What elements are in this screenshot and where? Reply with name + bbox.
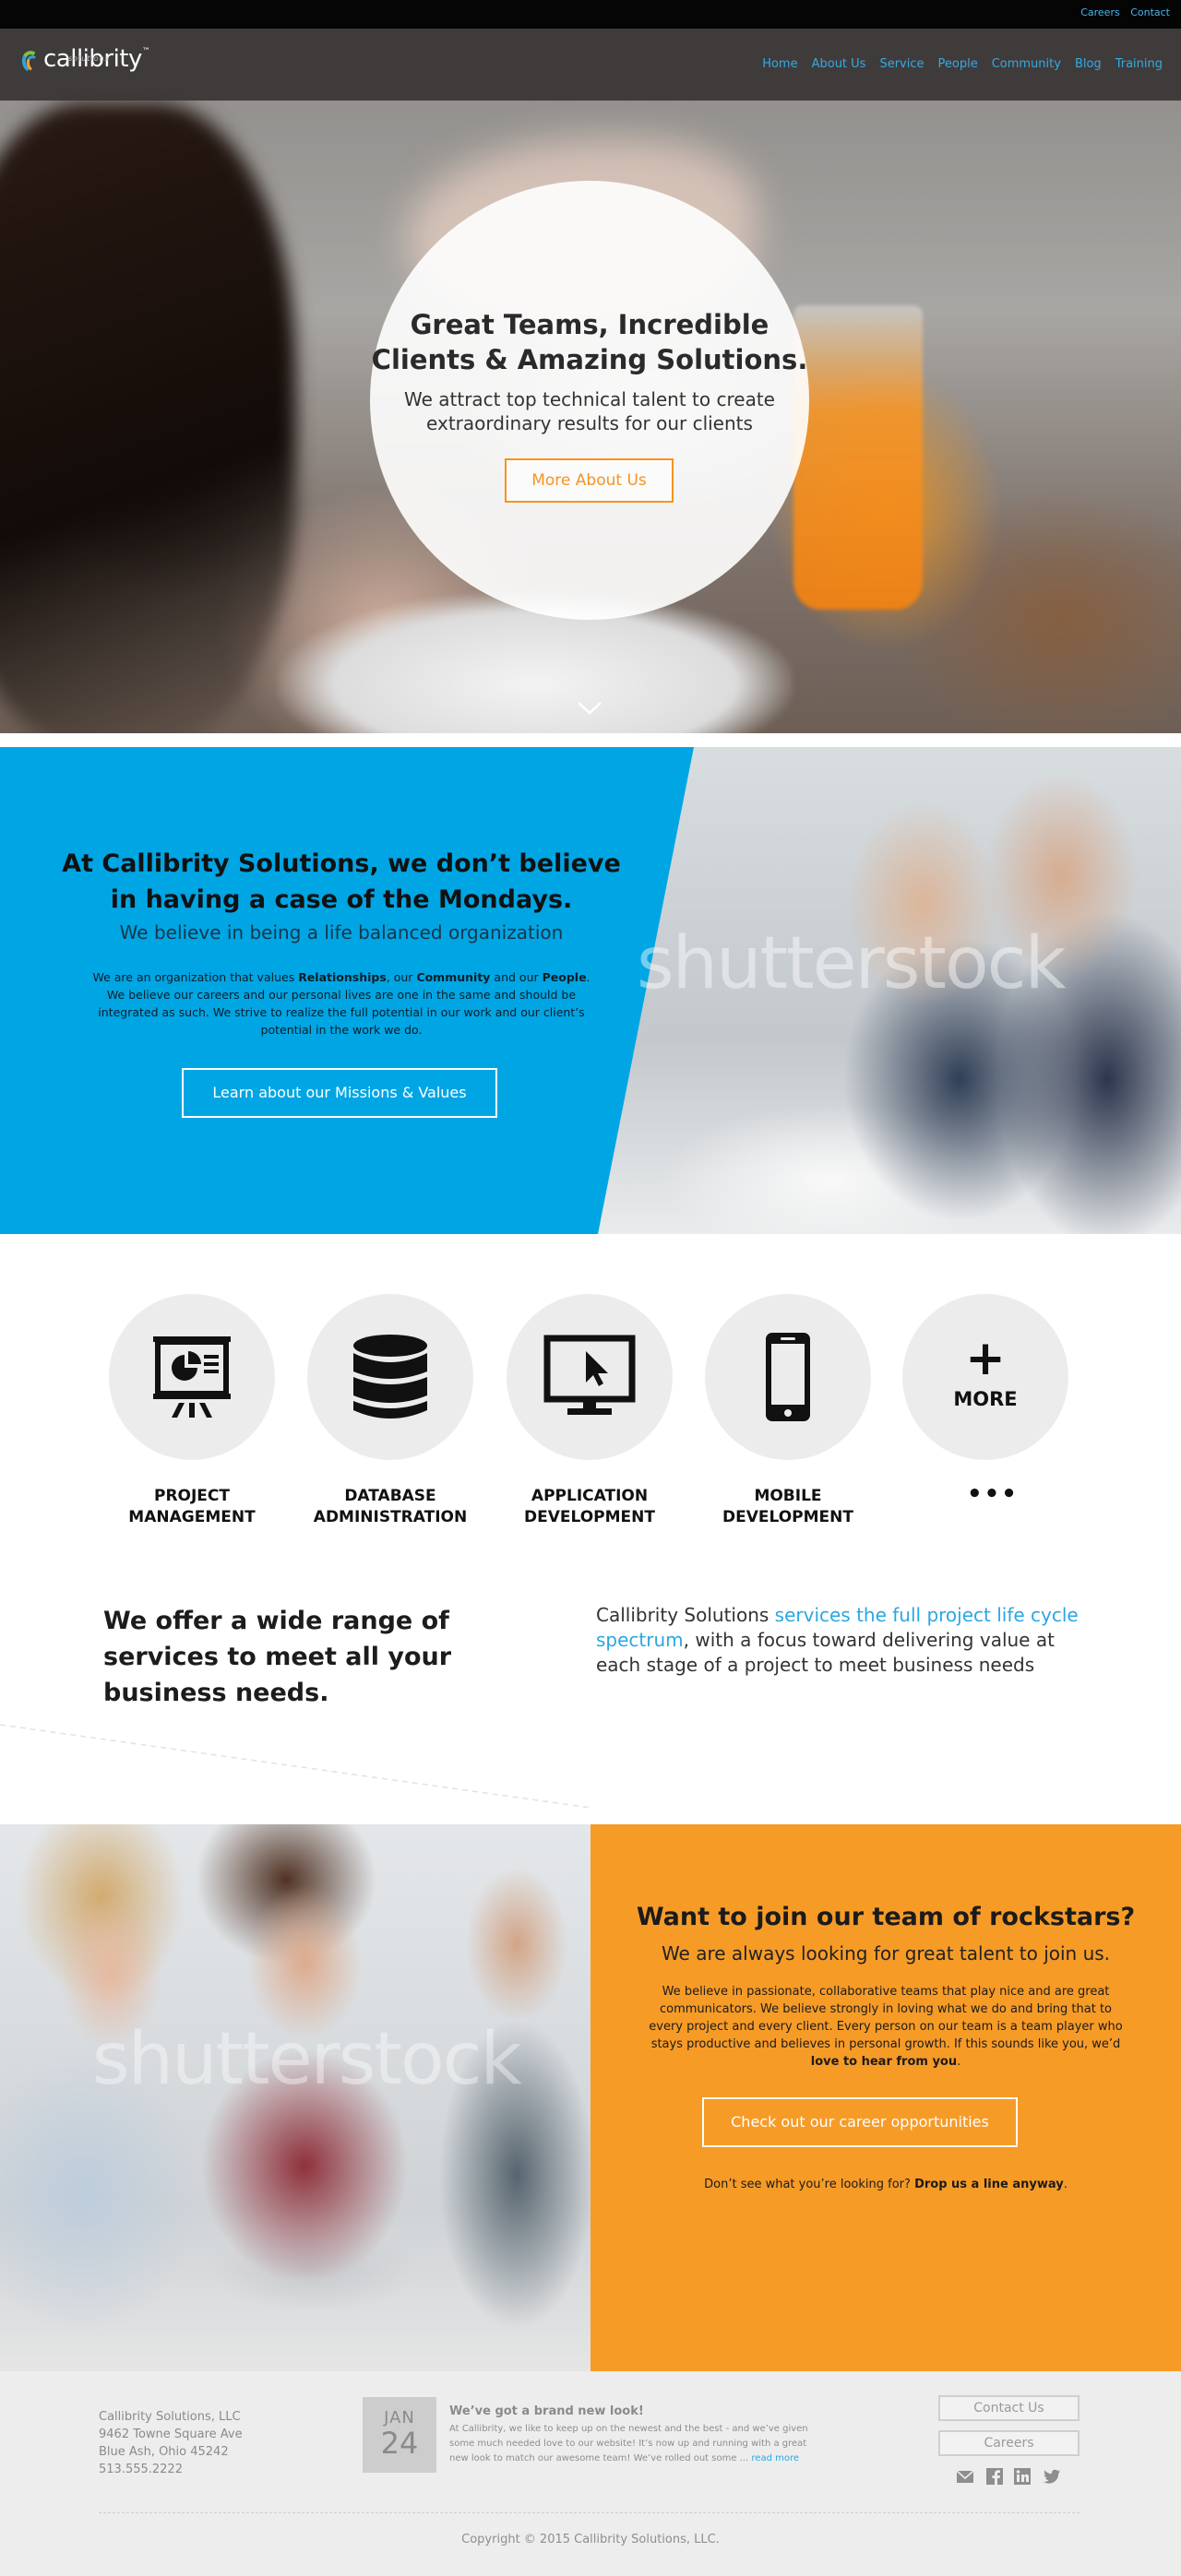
careers-link[interactable]: Careers	[1080, 6, 1120, 18]
mail-icon[interactable]	[956, 2467, 974, 2486]
news-excerpt: At Callibrity, we like to keep up on the…	[449, 2424, 808, 2463]
read-more-link[interactable]: read more	[751, 2453, 799, 2463]
more-label: MORE	[953, 1388, 1018, 1410]
drop-us-a-line-link[interactable]: Drop us a line anyway	[914, 2178, 1064, 2191]
values-section: shutterstock At Callibrity Solutions, we…	[0, 747, 1181, 1234]
services-headline: We offer a wide range of services to mee…	[103, 1607, 452, 1707]
service-application-development-circle[interactable]	[507, 1294, 673, 1460]
people-emphasis: People	[542, 970, 587, 984]
service-more-circle[interactable]: + MORE	[902, 1294, 1068, 1460]
site-header: callibrity ™ solutions Home About Us Ser…	[0, 29, 1181, 101]
facebook-icon[interactable]	[985, 2467, 1004, 2486]
service-mobile-development-circle[interactable]	[705, 1294, 871, 1460]
more-about-us-button[interactable]: More About Us	[505, 458, 674, 503]
nav-blog[interactable]: Blog	[1075, 57, 1102, 71]
nav-training[interactable]: Training	[1115, 57, 1163, 71]
decorative-divider-line	[0, 1724, 591, 1809]
presentation-icon	[153, 1336, 231, 1418]
more-services-dots[interactable]: •••	[967, 1480, 1019, 1508]
missions-values-button[interactable]: Learn about our Missions & Values	[182, 1068, 497, 1118]
monitor-cursor-icon	[543, 1335, 636, 1415]
careers-subtitle: We are always looking for great talent t…	[661, 1942, 1111, 1965]
footer-contact-us-button[interactable]: Contact Us	[938, 2395, 1080, 2421]
utility-links: Careers Contact	[1073, 6, 1170, 18]
career-opportunities-button[interactable]: Check out our career opportunities	[702, 2097, 1018, 2147]
hero-photo-hair	[0, 102, 295, 733]
address-street: 9462 Towne Square Ave	[99, 2428, 243, 2441]
twitter-icon[interactable]	[1043, 2467, 1061, 2486]
nav-community[interactable]: Community	[992, 57, 1061, 71]
service-database-circle[interactable]	[307, 1294, 473, 1460]
values-title: At Callibrity Solutions, we don’t believ…	[62, 849, 621, 914]
linkedin-icon[interactable]	[1013, 2467, 1032, 2486]
nav-about-us[interactable]: About Us	[812, 57, 866, 71]
community-emphasis: Community	[416, 970, 491, 984]
careers-section: shutterstock Want to join our team of ro…	[0, 1824, 1181, 2371]
database-administration-label: DATABASE ADMINISTRATION	[313, 1487, 468, 1526]
main-nav: Home About Us Service People Community B…	[762, 57, 1163, 71]
stock-watermark: shutterstock	[637, 922, 1067, 1005]
logo-tagline: solutions	[68, 54, 110, 63]
plus-icon: +	[965, 1331, 1006, 1386]
news-day: 24	[380, 2426, 419, 2461]
logo-mark-icon	[19, 48, 43, 76]
relationships-emphasis: Relationships	[298, 970, 387, 984]
values-body: We are an organization that values Relat…	[92, 970, 590, 1037]
nav-service[interactable]: Service	[879, 57, 924, 71]
stock-watermark-2: shutterstock	[92, 2018, 522, 2101]
copyright: Copyright © 2015 Callibrity Solutions, L…	[461, 2533, 720, 2546]
nav-home[interactable]: Home	[762, 57, 797, 71]
careers-title: Want to join our team of rockstars?	[636, 1903, 1136, 1931]
logo-trademark: ™	[141, 47, 150, 56]
footer-careers-button[interactable]: Careers	[938, 2430, 1080, 2456]
hero-subtitle: We attract top technical talent to creat…	[404, 388, 775, 434]
mobile-development-label: MOBILE DEVELOPMENT	[722, 1487, 853, 1526]
careers-note: Don’t see what you’re looking for? Drop …	[704, 2178, 1068, 2191]
address-phone[interactable]: 513.555.2222	[99, 2461, 243, 2478]
application-development-label: APPLICATION DEVELOPMENT	[524, 1487, 655, 1526]
service-project-management-circle[interactable]	[109, 1294, 275, 1460]
site-footer: Callibrity Solutions, LLC 9462 Towne Squ…	[0, 2371, 1181, 2576]
smartphone-icon	[766, 1333, 810, 1421]
team-photo: shutterstock	[0, 1824, 590, 2371]
utility-bar: Careers Contact	[0, 0, 1181, 29]
address-city: Blue Ash, Ohio 45242	[99, 2445, 229, 2459]
values-subtitle: We believe in being a life balanced orga…	[119, 921, 564, 944]
database-icon	[353, 1335, 427, 1419]
nav-people[interactable]: People	[938, 57, 978, 71]
contact-link[interactable]: Contact	[1130, 6, 1170, 18]
company-address: Callibrity Solutions, LLC 9462 Towne Squ…	[99, 2408, 243, 2478]
news-title[interactable]: We’ve got a brand new look!	[449, 2404, 644, 2418]
hero-title: Great Teams, Incredible Clients & Amazin…	[371, 309, 808, 375]
news-month: JAN	[384, 2408, 415, 2428]
hero-photo-juice-glass	[793, 305, 923, 610]
project-management-label: PROJECT MANAGEMENT	[128, 1487, 256, 1526]
address-company: Callibrity Solutions, LLC	[99, 2410, 241, 2424]
news-date-badge: JAN 24	[363, 2397, 436, 2473]
services-description: Callibrity Solutions services the full p…	[596, 1604, 1079, 1676]
careers-body: We believe in passionate, collaborative …	[649, 1985, 1123, 2069]
careers-panel: Want to join our team of rockstars? We a…	[590, 1824, 1181, 2371]
scroll-down-chevron-icon[interactable]	[577, 701, 602, 716]
footer-divider	[99, 2512, 1080, 2513]
